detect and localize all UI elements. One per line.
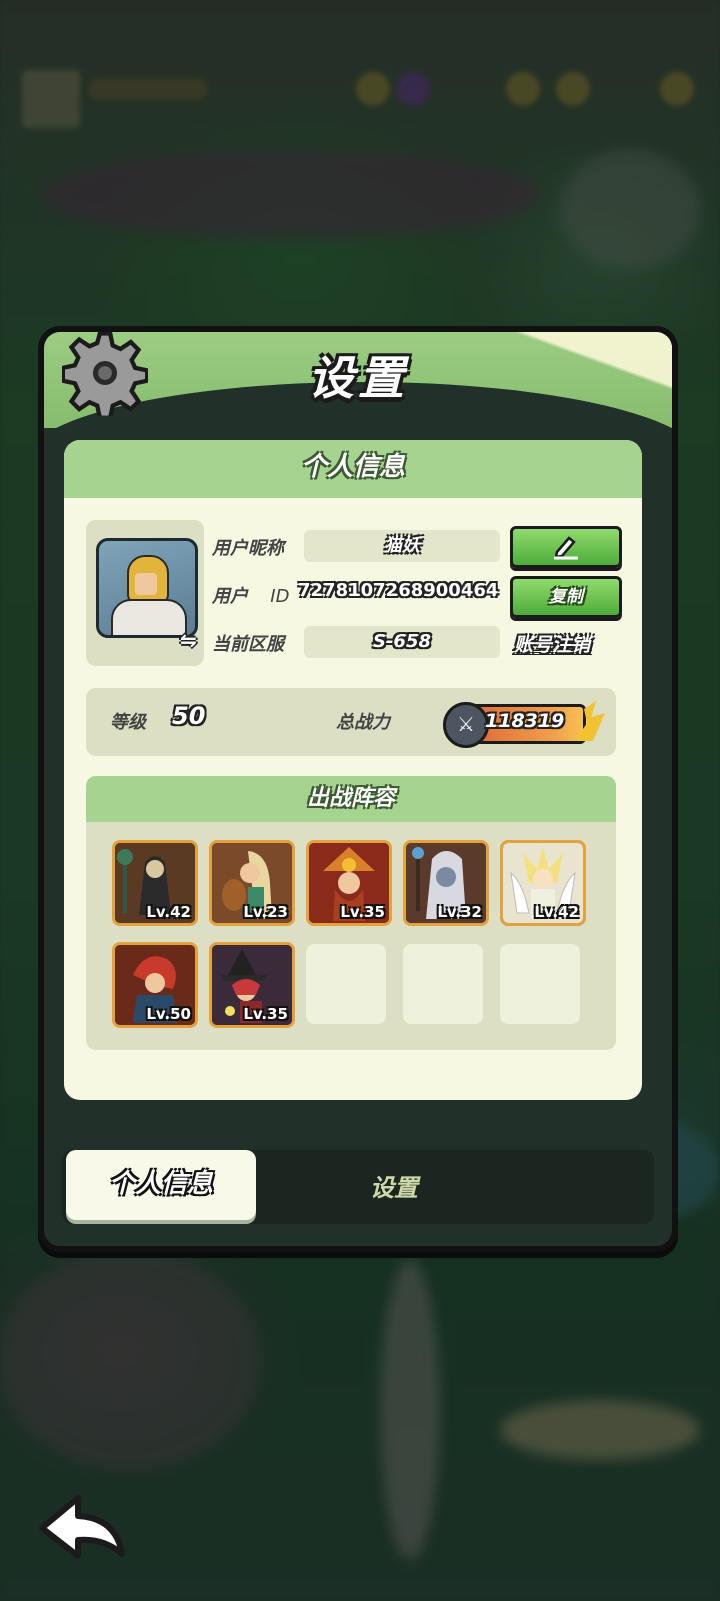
hero-level: Lv.42 [534, 903, 579, 921]
level-value: 50 [172, 702, 206, 730]
back-arrow-icon[interactable] [38, 1492, 128, 1562]
hero-level: Lv.35 [243, 1005, 288, 1023]
empty-hero-slot[interactable] [500, 944, 580, 1024]
power-value: 118319 [485, 710, 565, 732]
hero-slot[interactable]: Lv.35 [209, 942, 295, 1028]
pencil-icon [554, 536, 578, 560]
tab-profile-info[interactable]: 个人信息 [66, 1150, 256, 1220]
hero-level: Lv.35 [340, 903, 385, 921]
level-label: 等级 [110, 712, 146, 733]
server-label: 当前区服 [212, 634, 284, 655]
empty-hero-slot[interactable] [403, 944, 483, 1024]
empty-hero-slot[interactable] [306, 944, 386, 1024]
settings-panel: 设置 个人信息 ⇋ 用户昵称 猫妖 用户 ID 7278107268900464… [38, 326, 678, 1252]
profile-card: 个人信息 ⇋ 用户昵称 猫妖 用户 ID 7278107268900464 复制… [64, 440, 642, 1100]
stats-row: 等级 50 总战力 ⚔ 118319 [86, 688, 616, 756]
hero-level: Lv.50 [146, 1005, 191, 1023]
battle-lineup: 出战阵容 Lv.42 Lv.23 Lv.35 Lv.32 Lv.42 Lv.50… [86, 776, 616, 1050]
power-label: 总战力 [336, 712, 390, 733]
copy-id-button[interactable]: 复制 [510, 576, 622, 618]
profile-section-title: 个人信息 [64, 440, 642, 498]
hero-slot[interactable]: Lv.23 [209, 840, 295, 926]
hero-level: Lv.32 [437, 903, 482, 921]
user-id-value: 7278107268900464 [298, 580, 499, 601]
hero-slot[interactable]: Lv.50 [112, 942, 198, 1028]
avatar[interactable] [96, 538, 198, 638]
id-label: 用户 ID [212, 586, 290, 607]
flame-icon [575, 701, 605, 741]
tab-settings[interactable]: 设置 [324, 1150, 464, 1224]
avatar-box[interactable]: ⇋ [86, 520, 204, 666]
panel-title: 设置 [308, 351, 408, 405]
hero-level: Lv.23 [243, 903, 288, 921]
crossed-swords-icon: ⚔ [443, 702, 489, 748]
nickname-label: 用户昵称 [212, 538, 284, 559]
power-badge: ⚔ 118319 [443, 701, 605, 748]
nickname-value: 猫妖 [304, 530, 500, 562]
swap-icon[interactable]: ⇋ [180, 628, 206, 654]
hero-level: Lv.42 [146, 903, 191, 921]
edit-nickname-button[interactable] [510, 526, 622, 568]
hero-slot[interactable]: Lv.42 [112, 840, 198, 926]
hero-slot[interactable]: Lv.32 [403, 840, 489, 926]
hero-slot[interactable]: Lv.42 [500, 840, 586, 926]
lineup-title: 出战阵容 [86, 776, 616, 822]
hero-slot[interactable]: Lv.35 [306, 840, 392, 926]
server-value: S-658 [304, 626, 500, 658]
account-logout-link[interactable]: 账号注销 [514, 630, 590, 657]
panel-tabs: 个人信息 设置 [62, 1150, 654, 1224]
